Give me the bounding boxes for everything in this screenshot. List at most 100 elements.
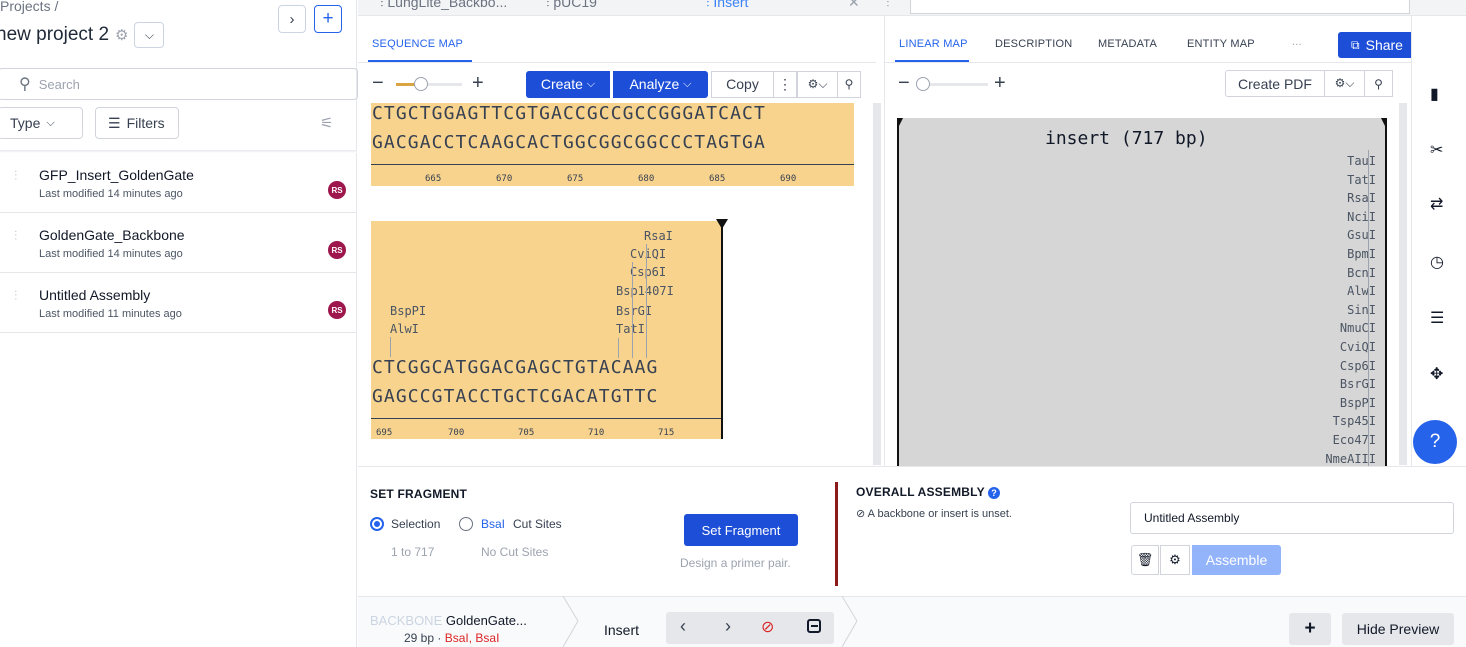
trash-icon[interactable]: 🗑 [1131, 545, 1159, 575]
set-fragment-button[interactable]: Set Fragment [684, 514, 798, 546]
top-strand[interactable]: CTCGGCATGGACGAGCTGTACAAG [372, 357, 659, 378]
analyze-button[interactable]: Analyze ⌵ [613, 70, 708, 98]
bookmark-icon[interactable]: ▮ [1430, 84, 1439, 104]
backbone-sites[interactable]: BsaI, BsaI [445, 631, 500, 645]
zoom-out-button[interactable]: − [898, 72, 910, 95]
vertical-scrollbar[interactable] [873, 103, 881, 465]
linear-map-canvas[interactable] [897, 118, 1387, 468]
zoom-handle[interactable] [916, 77, 930, 91]
zoom-handle[interactable] [414, 77, 428, 91]
zoom-out-button[interactable]: − [372, 72, 384, 95]
zoom-in-button[interactable]: + [472, 72, 484, 95]
settings-gear-icon[interactable]: ⚙ [1160, 545, 1190, 575]
chevron-left-icon[interactable]: ‹ [680, 616, 686, 637]
create-button[interactable]: Create ⌵ [526, 70, 610, 98]
range-text: 1 to 717 [391, 545, 435, 559]
vertical-scrollbar[interactable] [1399, 103, 1407, 465]
cut-line [646, 244, 647, 358]
history-icon[interactable]: ◷ [1430, 252, 1444, 272]
app-root: Projects / new project 2 ⚙ ⌵ › + ⚲ Searc… [0, 0, 1466, 647]
sequence-icon: ⫶ [14, 168, 18, 183]
create-pdf-button[interactable]: Create PDF [1225, 70, 1325, 97]
align-icon[interactable]: ☰ [1430, 308, 1444, 328]
type-filter-button[interactable]: Type ⌵ [0, 107, 83, 139]
enzyme-label[interactable]: CviQI [630, 247, 666, 261]
enzyme-label[interactable]: BspPI [390, 304, 426, 318]
enzyme-label[interactable]: Bsp1407I [616, 284, 674, 298]
cut-line [390, 337, 391, 357]
search-icon[interactable]: ⚲ [1365, 70, 1393, 97]
project-title-row: new project 2 ⚙ ⌵ [0, 22, 165, 48]
more-tabs-icon[interactable]: ... [1292, 36, 1302, 48]
bottom-strand[interactable]: GACGACCTCAAGCACTGGCGGCGGCCCTAGTGA [372, 132, 766, 153]
chevron-down-icon: ⌵ [586, 77, 596, 90]
tick-label: 685 [709, 174, 726, 184]
tick-label: 670 [496, 174, 513, 184]
cut-sites-radio[interactable] [459, 517, 473, 531]
tab-insert[interactable]: ⫶ Insert [706, 0, 748, 11]
hide-preview-button[interactable]: Hide Preview [1342, 613, 1454, 645]
tab-puc19[interactable]: ⫶ pUC19 [546, 0, 597, 11]
search-input[interactable]: ⚲ Search [0, 68, 358, 100]
bsai-label[interactable]: BsaI [481, 517, 505, 531]
item-modified: Last modified 11 minutes ago [39, 308, 182, 320]
copy-button[interactable]: Copy [711, 70, 773, 98]
backbone-step[interactable]: BACKBONE GoldenGate... [370, 613, 527, 628]
chevron-right-icon[interactable]: › [725, 616, 731, 637]
move-icon[interactable]: ✥ [1430, 364, 1443, 384]
top-strand[interactable]: CTGCTGGAGTTCGTGACCGCCGCCGGGATCACT [372, 103, 766, 124]
insert-step[interactable]: Insert [604, 622, 639, 638]
enzyme-label[interactable]: TatI [616, 322, 645, 336]
help-button[interactable]: ? [1413, 420, 1457, 464]
cut-line [1368, 150, 1369, 466]
help-circle-icon[interactable]: ? [988, 486, 1001, 499]
assemble-button[interactable]: Assemble [1192, 545, 1281, 575]
map-title: insert (717 bp) [1045, 128, 1208, 149]
tick-label: 665 [425, 174, 442, 184]
tab-description[interactable]: DESCRIPTION [995, 38, 1072, 50]
list-item[interactable]: ⫶ GFP_Insert_GoldenGate Last modified 14… [0, 153, 357, 213]
share-button[interactable]: ⧉ Share [1338, 32, 1416, 58]
tab-linear-map[interactable]: LINEAR MAP [899, 38, 968, 50]
scissors-icon[interactable]: ✂ [1430, 140, 1443, 160]
enzyme-label[interactable]: Csp6I [630, 265, 666, 279]
enzyme-label[interactable]: AlwI [390, 322, 419, 336]
tab-search-box[interactable] [910, 0, 1410, 14]
expand-button[interactable]: › [278, 5, 306, 33]
list-item[interactable]: ⫶ GoldenGate_Backbone Last modified 14 m… [0, 213, 357, 273]
selection-label: Selection [391, 517, 441, 531]
sequence-icon: ⫶ [380, 0, 384, 10]
radio-dot [374, 521, 380, 527]
search-icon[interactable]: ⚲ [837, 70, 861, 98]
breadcrumb[interactable]: Projects / [0, 0, 58, 14]
settings-gear-icon[interactable]: ⚙⌵ [797, 70, 837, 98]
tab-entity-map[interactable]: ENTITY MAP [1187, 38, 1255, 50]
ban-icon: ⊘ [856, 508, 866, 520]
list-item[interactable]: ⫶ Untitled Assembly Last modified 11 min… [0, 273, 357, 333]
enzyme-label[interactable]: RsaI [644, 229, 673, 243]
settings-gear-icon[interactable]: ⚙⌵ [1325, 70, 1365, 97]
selection-radio[interactable] [370, 517, 384, 531]
add-part-button[interactable]: + [1289, 613, 1331, 645]
backbone-bp: 29 bp [404, 631, 435, 645]
bottom-strand[interactable]: GAGCCGTACCTGCTCGACATGTTC [372, 386, 659, 407]
remove-icon[interactable]: ⊘ [761, 617, 774, 637]
chevron-right-icon: › [289, 10, 295, 28]
project-title[interactable]: new project 2 [0, 24, 109, 46]
cut-line [632, 262, 633, 358]
swap-icon[interactable]: ⇄ [1430, 194, 1443, 214]
close-icon[interactable]: ✕ [848, 0, 860, 11]
gear-icon[interactable]: ⚙ [115, 26, 128, 44]
project-dropdown-button[interactable]: ⌵ [134, 22, 165, 48]
assembly-name-input[interactable]: Untitled Assembly [1130, 502, 1454, 534]
tab-lunglite[interactable]: ⫶ LungLite_Backbo... [380, 0, 507, 11]
zoom-in-button[interactable]: + [994, 72, 1006, 95]
sliders-icon[interactable]: ⚟ [320, 114, 333, 132]
tab-sequence-map[interactable]: SEQUENCE MAP [372, 38, 463, 50]
more-icon[interactable]: ⋮ [773, 70, 797, 98]
add-button[interactable]: + [314, 5, 342, 33]
filters-button[interactable]: ☰ Filters [95, 107, 179, 139]
sequence-end-marker [721, 221, 723, 439]
collapse-icon[interactable] [807, 619, 821, 633]
tab-metadata[interactable]: METADATA [1098, 38, 1157, 50]
